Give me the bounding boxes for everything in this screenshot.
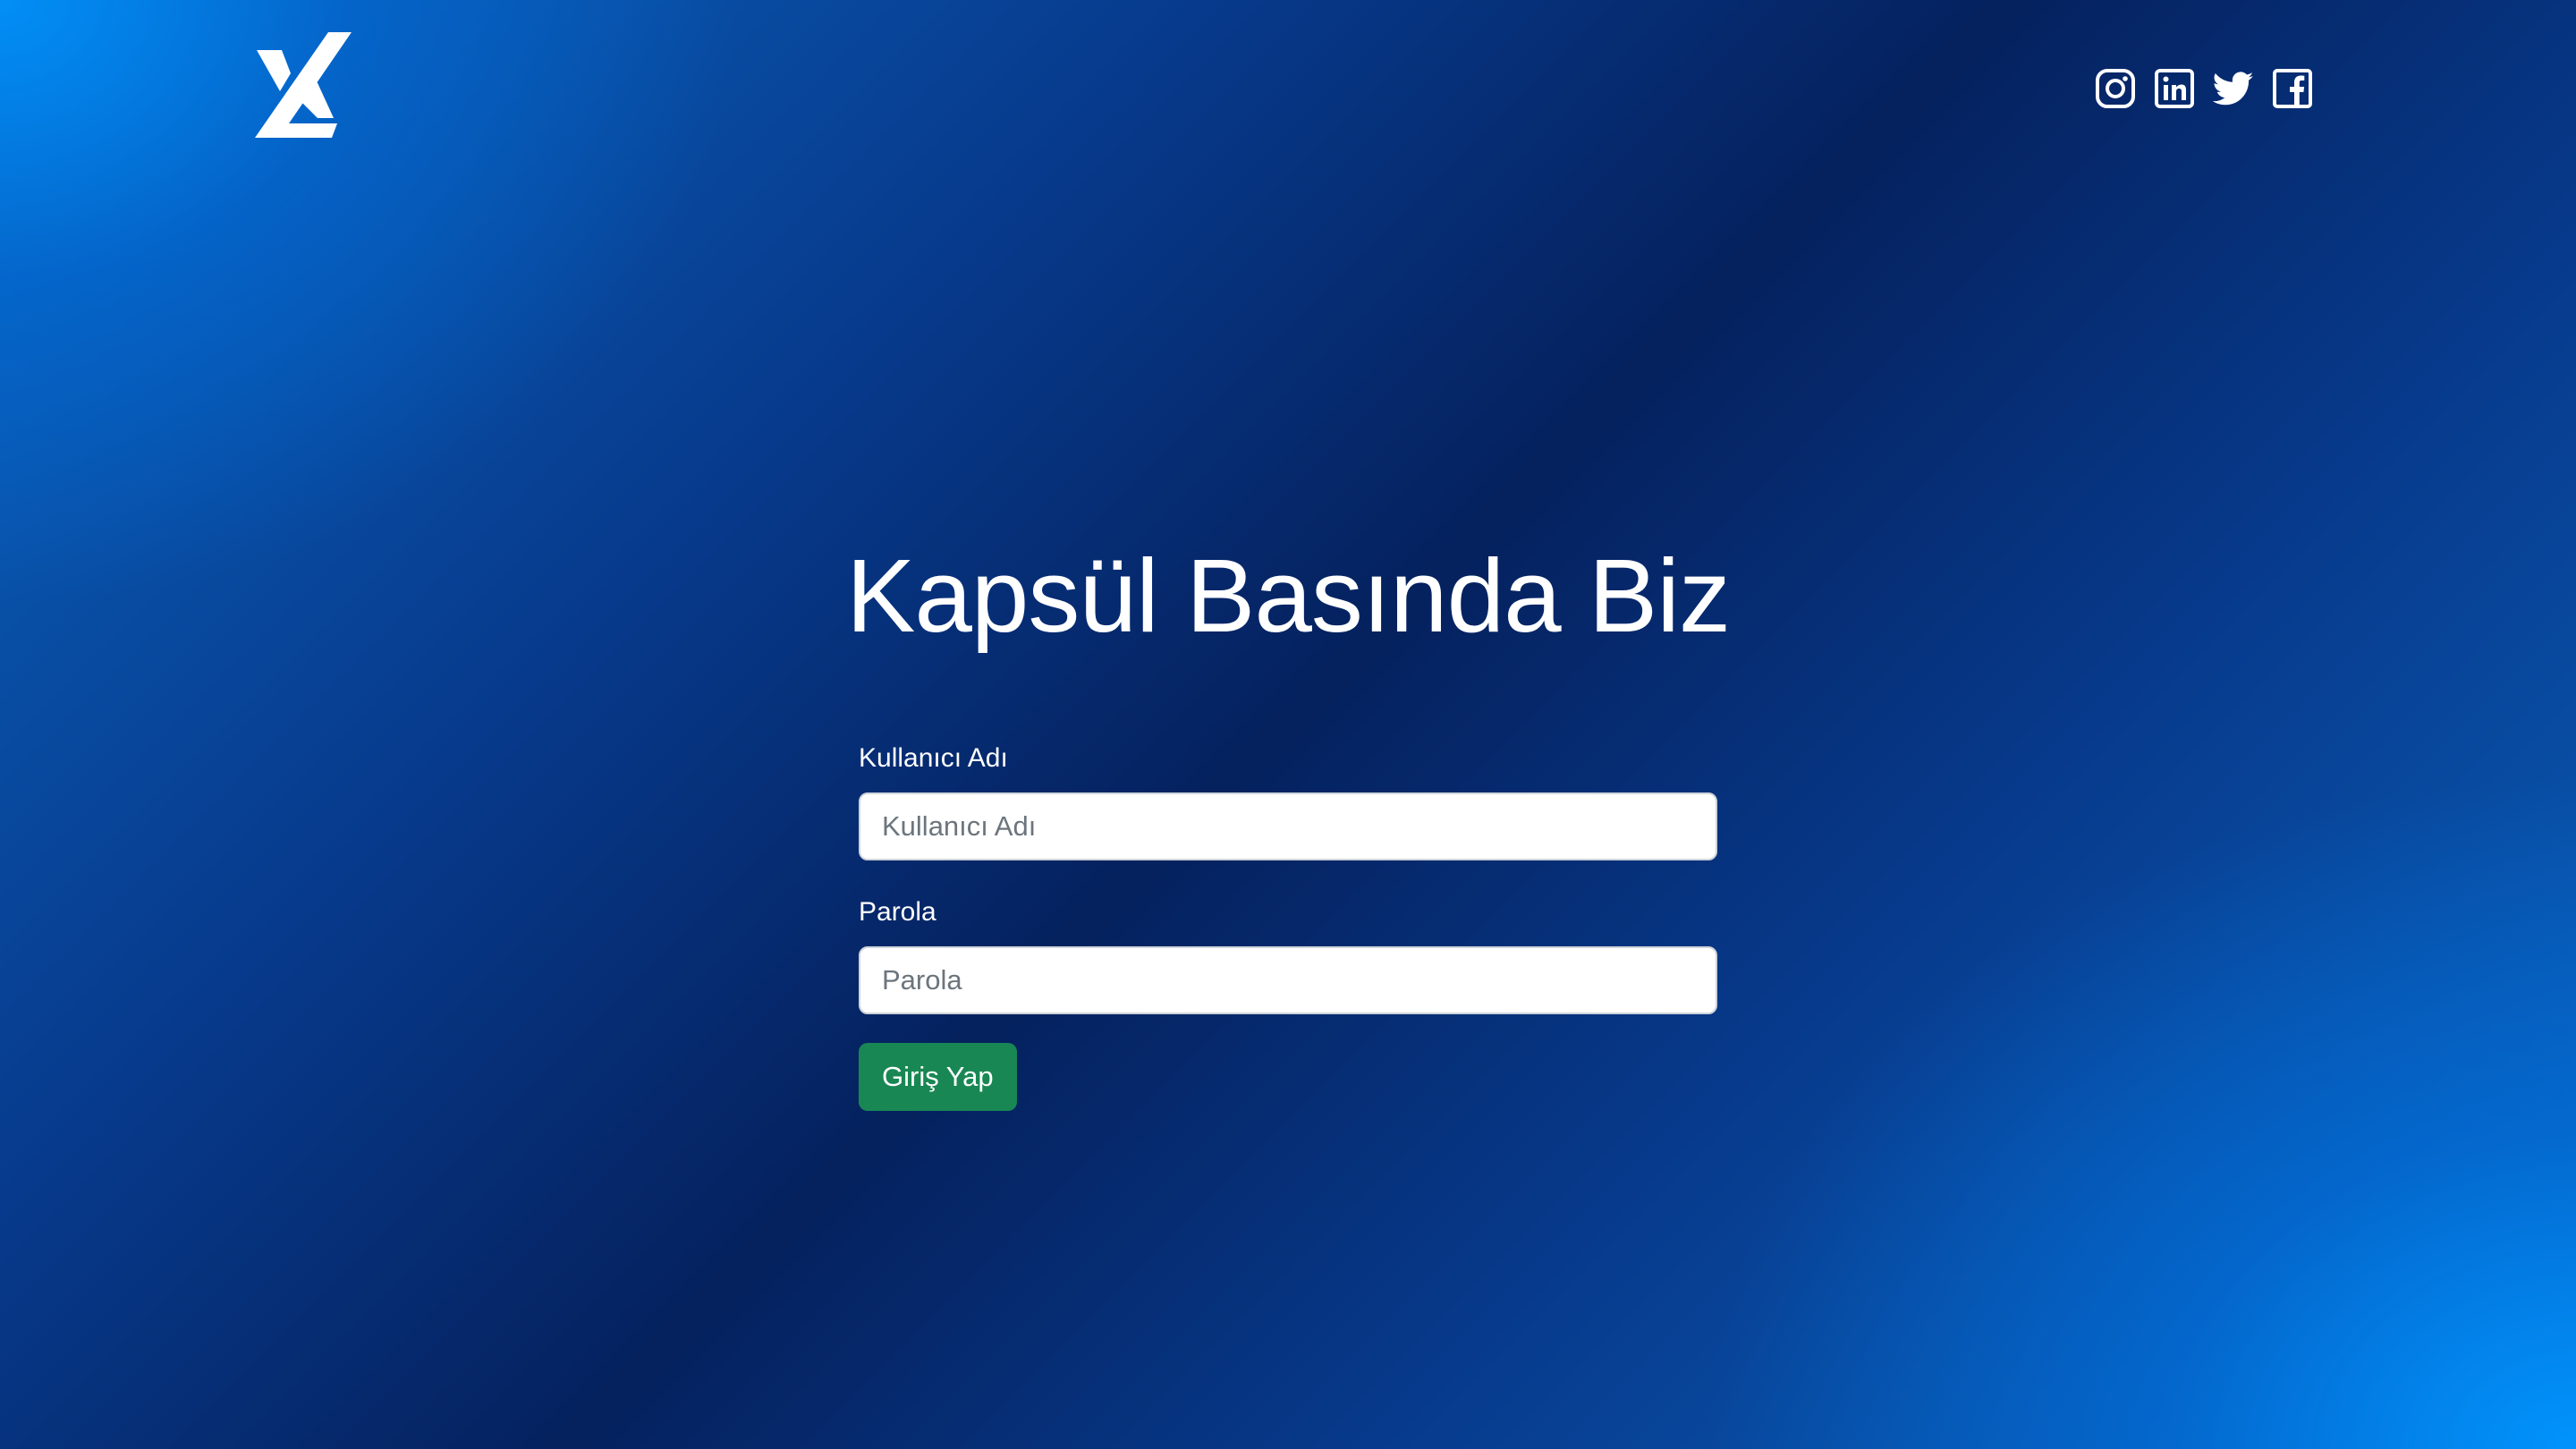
twitter-icon[interactable] <box>2213 68 2254 109</box>
facebook-icon[interactable] <box>2272 68 2313 109</box>
page-title: Kapsül Basında Biz <box>846 538 1731 654</box>
password-group: Parola <box>859 894 1717 1014</box>
login-form: Kullanıcı Adı Parola Giriş Yap <box>859 741 1717 1111</box>
social-links <box>2095 68 2313 109</box>
instagram-icon[interactable] <box>2095 68 2136 109</box>
logo-icon <box>255 32 352 138</box>
username-input[interactable] <box>859 792 1717 860</box>
password-input[interactable] <box>859 946 1717 1014</box>
username-label: Kullanıcı Adı <box>859 743 1008 773</box>
username-group: Kullanıcı Adı <box>859 741 1717 860</box>
linkedin-icon[interactable] <box>2154 68 2195 109</box>
login-button[interactable]: Giriş Yap <box>859 1043 1017 1111</box>
password-label: Parola <box>859 897 936 927</box>
